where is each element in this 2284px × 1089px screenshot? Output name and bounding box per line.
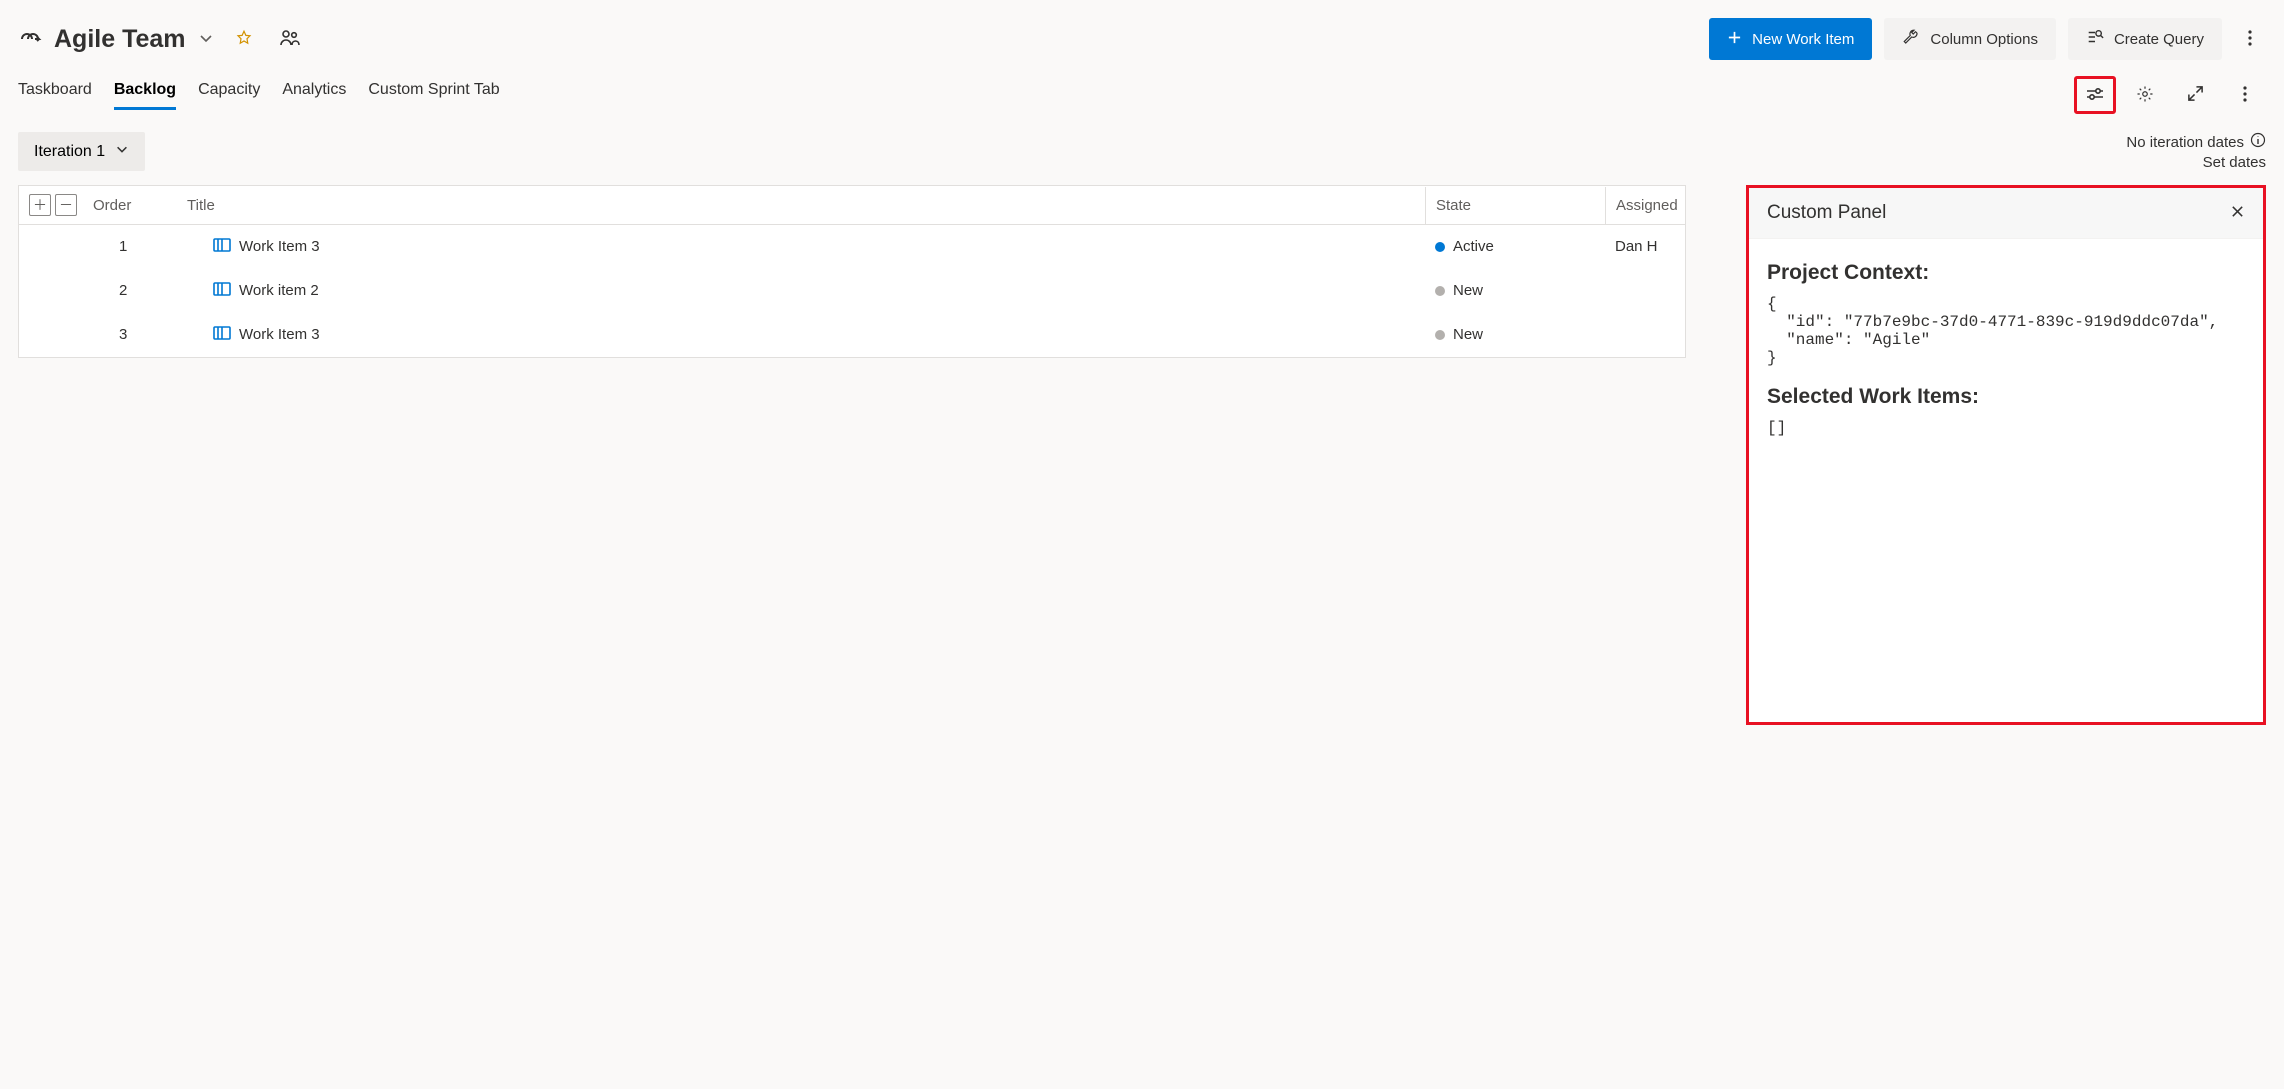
chevron-down-icon [115,142,129,161]
panel-selected-json: [] [1767,419,2245,437]
wrench-icon [1902,28,1920,50]
row-title: Work Item 3 [239,326,320,343]
column-header-assigned[interactable]: Assigned [1605,187,1685,224]
state-dot-icon [1435,242,1445,252]
tab-analytics[interactable]: Analytics [282,81,346,110]
column-options-button[interactable]: Column Options [1884,18,2056,60]
expand-all-button[interactable]: ＋ [29,194,51,216]
create-query-label: Create Query [2114,31,2204,48]
fullscreen-button[interactable] [2174,76,2216,114]
tab-capacity[interactable]: Capacity [198,81,260,110]
filter-settings-button[interactable] [2074,76,2116,114]
star-icon [235,29,253,50]
column-header-order[interactable]: Order [87,187,187,224]
more-actions-button[interactable] [2234,23,2266,55]
column-options-label: Column Options [1930,31,2038,48]
row-state: New [1453,282,1483,299]
table-row[interactable]: 2 Work item 2 New [19,269,1685,313]
team-icon [18,27,42,51]
table-row[interactable]: 1 Work Item 3 Active Dan H [19,225,1685,269]
query-icon [2086,28,2104,50]
panel-title: Custom Panel [1767,202,1886,224]
set-dates-link[interactable]: Set dates [2126,154,2266,171]
kebab-icon [2248,30,2252,49]
row-title: Work item 2 [239,282,319,299]
iteration-selector[interactable]: Iteration 1 [18,132,145,171]
plus-icon [1727,30,1742,49]
panel-context-heading: Project Context: [1767,261,2245,285]
row-order: 3 [113,326,213,343]
row-title: Work Item 3 [239,238,320,255]
settings-button[interactable] [2124,76,2166,114]
panel-selected-heading: Selected Work Items: [1767,385,2245,409]
info-icon[interactable] [2250,132,2266,152]
expand-icon [2187,85,2204,105]
sprint-tabs: Taskboard Backlog Capacity Analytics Cus… [18,81,500,110]
panel-context-json: { "id": "77b7e9bc-37d0-4771-839c-919d9dd… [1767,295,2245,367]
team-selector[interactable]: Agile Team [18,25,214,54]
column-header-state[interactable]: State [1425,187,1605,224]
tab-taskboard[interactable]: Taskboard [18,81,92,110]
close-icon [2230,203,2245,223]
work-item-icon [213,237,231,257]
collapse-all-button[interactable]: － [55,194,77,216]
row-state: New [1453,326,1483,343]
row-state: Active [1453,238,1494,255]
work-item-icon [213,325,231,345]
panel-close-button[interactable] [2230,203,2245,224]
row-order: 1 [113,238,213,255]
chevron-down-icon [198,30,214,49]
row-order: 2 [113,282,213,299]
kebab-icon [2243,86,2247,105]
state-dot-icon [1435,286,1445,296]
column-header-title[interactable]: Title [187,187,1425,224]
sliders-icon [2086,87,2104,104]
row-assigned: Dan H [1605,238,1685,255]
backlog-grid: ＋ － Order Title State Assigned 1 Work Ite… [18,185,1686,358]
people-icon [280,29,300,50]
custom-panel: Custom Panel Project Context: { "id": "7… [1746,185,2266,725]
work-item-icon [213,281,231,301]
new-work-item-label: New Work Item [1752,31,1854,48]
favorite-button[interactable] [228,23,260,55]
team-title: Agile Team [54,25,186,54]
no-iteration-dates-label: No iteration dates [2126,134,2244,151]
table-row[interactable]: 3 Work Item 3 New [19,313,1685,357]
tab-backlog[interactable]: Backlog [114,81,176,110]
create-query-button[interactable]: Create Query [2068,18,2222,60]
new-work-item-button[interactable]: New Work Item [1709,18,1872,60]
people-button[interactable] [274,23,306,55]
view-more-button[interactable] [2224,76,2266,114]
tab-custom-sprint[interactable]: Custom Sprint Tab [368,81,499,110]
state-dot-icon [1435,330,1445,340]
gear-icon [2136,85,2154,106]
iteration-label: Iteration 1 [34,143,105,161]
